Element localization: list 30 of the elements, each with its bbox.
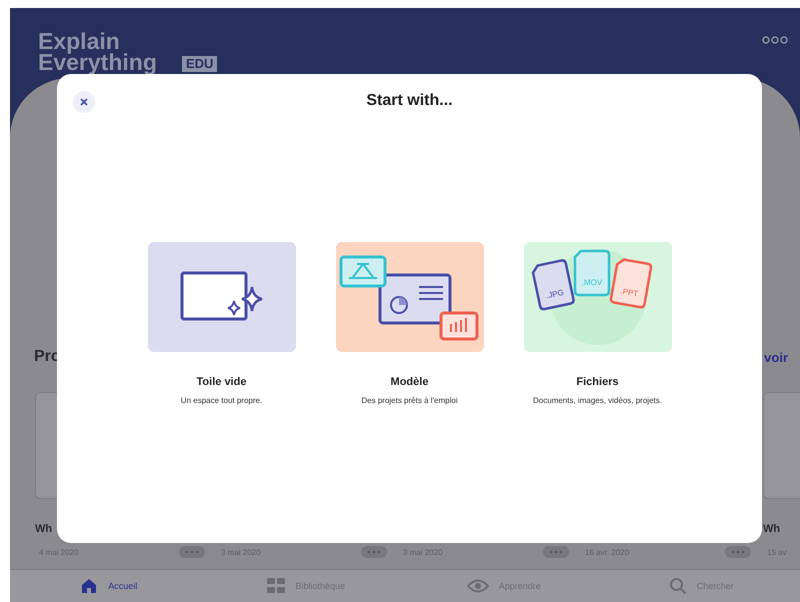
file-type-label: .JPG [544, 288, 564, 300]
see-all-link[interactable]: voir [764, 350, 788, 364]
option-description: Un espace tout propre. [180, 396, 262, 405]
close-icon [80, 98, 88, 106]
more-icon[interactable] [762, 36, 788, 44]
option-description: Documents, images, vidéos, projets. [533, 396, 662, 405]
option-title: Fichiers [576, 376, 619, 388]
dialog-title: Start with... [366, 92, 453, 110]
search-icon [668, 577, 687, 595]
file-type-label: .MOV [581, 278, 602, 287]
more-icon[interactable] [543, 546, 569, 558]
close-button[interactable] [73, 91, 95, 113]
more-icon[interactable] [361, 546, 387, 558]
more-icon[interactable] [179, 546, 205, 558]
tab-bar-item[interactable]: Accueil [10, 570, 208, 602]
option-title: Modèle [390, 376, 428, 388]
option-tile[interactable] [336, 242, 484, 352]
option-description: Des projets prêts à l'emploi [361, 396, 458, 405]
eye-icon [466, 579, 489, 593]
project-title: Wh [763, 523, 780, 535]
option-tile[interactable]: .JPG .MOV .PPT [524, 242, 672, 352]
home-icon [80, 577, 98, 595]
file-type-label: .PPT [619, 286, 638, 298]
grid-icon [267, 578, 286, 594]
option-title: Toile vide [196, 376, 246, 388]
logo-badge: EDU [182, 56, 218, 72]
more-icon[interactable] [725, 546, 751, 558]
option-tile[interactable] [148, 242, 296, 352]
project-title: Wh [35, 523, 52, 535]
logo-text: Explain [38, 30, 120, 52]
